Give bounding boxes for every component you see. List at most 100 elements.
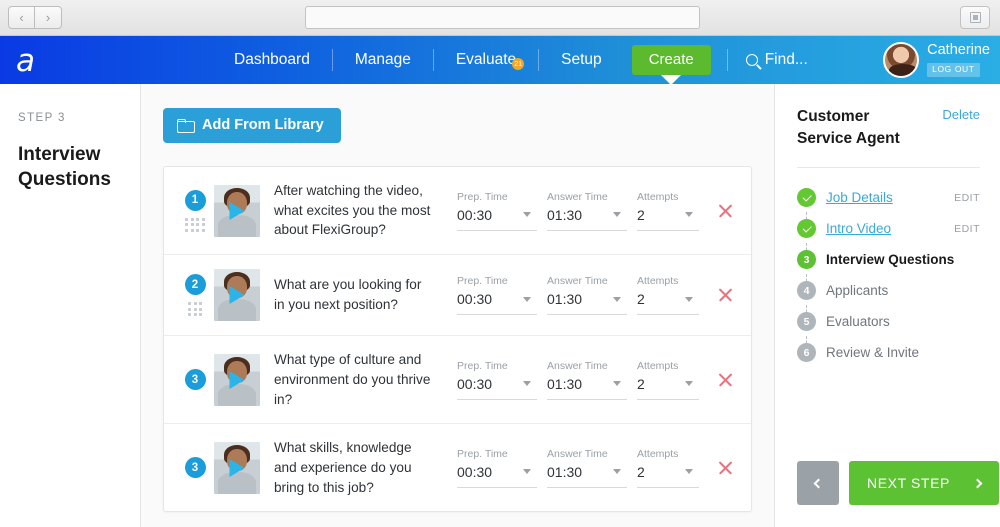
sidebar-item-job-details[interactable]: Job Details EDIT bbox=[797, 182, 980, 225]
previous-step-button[interactable] bbox=[797, 461, 839, 505]
attempts-select[interactable]: 2 bbox=[637, 376, 699, 400]
chevron-down-icon bbox=[685, 296, 693, 302]
sidebar-item-evaluators[interactable]: 5 Evaluators bbox=[797, 306, 980, 349]
add-from-library-button[interactable]: Add From Library bbox=[163, 108, 341, 143]
nav-create-button[interactable]: Create bbox=[631, 45, 711, 85]
top-navigation-bar: a Dashboard Manage Evaluate 21 Setup Cre… bbox=[0, 36, 1000, 85]
prep-time-field[interactable]: Prep. Time 00:30 bbox=[457, 275, 537, 316]
search-icon bbox=[745, 54, 758, 66]
sidebar-item-label[interactable]: Intro Video bbox=[826, 221, 891, 236]
nav-item-evaluate[interactable]: Evaluate 21 bbox=[438, 51, 534, 70]
user-account-area[interactable]: Catherine LOG OUT bbox=[883, 42, 990, 78]
play-icon[interactable] bbox=[229, 370, 245, 389]
answer-time-select[interactable]: 01:30 bbox=[547, 376, 627, 400]
prep-time-select[interactable]: 00:30 bbox=[457, 376, 537, 400]
prep-time-select[interactable]: 00:30 bbox=[457, 464, 537, 488]
sidebar-item-label: Interview Questions bbox=[826, 252, 955, 268]
attempts-field[interactable]: Attempts 2 bbox=[637, 360, 699, 400]
attempts-field[interactable]: Attempts 2 bbox=[637, 275, 699, 316]
answer-time-field[interactable]: Answer Time 01:30 bbox=[547, 191, 627, 231]
delete-question-button[interactable] bbox=[713, 370, 737, 390]
nav-find-button[interactable]: Find... bbox=[745, 51, 808, 69]
attempts-select[interactable]: 2 bbox=[637, 464, 699, 488]
table-row[interactable]: 2 What are you looking for in you next p… bbox=[164, 255, 751, 337]
sidebar-item-applicants[interactable]: 4 Applicants bbox=[797, 275, 980, 318]
answer-time-field[interactable]: Answer Time 01:30 bbox=[547, 275, 627, 316]
prep-time-select[interactable]: 00:30 bbox=[457, 207, 537, 231]
play-icon[interactable] bbox=[229, 201, 245, 220]
prep-time-value: 00:30 bbox=[457, 206, 493, 223]
chevron-down-icon bbox=[523, 296, 531, 302]
video-thumbnail[interactable] bbox=[214, 269, 260, 322]
attempts-value: 2 bbox=[637, 375, 645, 392]
answer-time-select[interactable]: 01:30 bbox=[547, 464, 627, 488]
video-thumbnail[interactable] bbox=[214, 353, 260, 406]
browser-url-bar[interactable] bbox=[305, 6, 700, 29]
logout-button[interactable]: LOG OUT bbox=[927, 63, 980, 77]
answer-time-field[interactable]: Answer Time 01:30 bbox=[547, 360, 627, 400]
delete-question-button[interactable] bbox=[713, 285, 737, 305]
next-step-button[interactable]: NEXT STEP bbox=[849, 461, 999, 505]
table-row[interactable]: 3 What type of culture and environment d… bbox=[164, 336, 751, 425]
nav-find-label: Find... bbox=[764, 51, 808, 68]
prep-time-label: Prep. Time bbox=[457, 447, 508, 460]
avatar[interactable] bbox=[883, 42, 920, 78]
right-panel: Customer Service Agent Delete Job Detail… bbox=[774, 84, 1000, 527]
nav-item-setup[interactable]: Setup bbox=[543, 51, 620, 69]
sidebar-item-review-invite[interactable]: 6 Review & Invite bbox=[797, 337, 980, 368]
sidebar-item-label[interactable]: Job Details bbox=[826, 190, 893, 205]
folder-icon bbox=[177, 119, 195, 133]
sidebar-item-interview-questions[interactable]: 3 Interview Questions bbox=[797, 244, 980, 287]
play-icon[interactable] bbox=[229, 458, 245, 477]
delete-question-button[interactable] bbox=[713, 458, 737, 478]
delete-job-button[interactable]: Delete bbox=[942, 106, 980, 122]
question-settings: Prep. Time 00:30 Answer Time 01:30 Attem… bbox=[447, 275, 699, 316]
user-name: Catherine bbox=[927, 42, 990, 59]
answer-time-select[interactable]: 01:30 bbox=[547, 291, 627, 316]
prep-time-field[interactable]: Prep. Time 00:30 bbox=[457, 448, 537, 488]
edit-job-details-button[interactable]: EDIT bbox=[954, 192, 980, 204]
drag-handle-icon[interactable] bbox=[185, 217, 205, 232]
chevron-down-icon bbox=[685, 212, 693, 218]
left-rail: STEP 3 Interview Questions bbox=[0, 84, 141, 527]
sidebar-item-intro-video[interactable]: Intro Video EDIT bbox=[797, 213, 980, 256]
step-complete-icon bbox=[797, 188, 816, 208]
prep-time-select[interactable]: 00:30 bbox=[457, 291, 537, 316]
edit-intro-video-button[interactable]: EDIT bbox=[954, 223, 980, 235]
prep-time-field[interactable]: Prep. Time 00:30 bbox=[457, 360, 537, 400]
delete-question-button[interactable] bbox=[713, 201, 737, 221]
chevron-right-icon bbox=[972, 478, 983, 488]
wizard-actions: NEXT STEP bbox=[797, 461, 999, 505]
job-title: Customer Service Agent bbox=[797, 108, 900, 147]
answer-time-field[interactable]: Answer Time 01:30 bbox=[547, 448, 627, 488]
question-number-badge: 1 bbox=[184, 189, 206, 211]
video-thumbnail[interactable] bbox=[214, 184, 260, 237]
nav-divider bbox=[726, 49, 728, 71]
attempts-field[interactable]: Attempts 2 bbox=[637, 191, 699, 231]
attempts-select[interactable]: 2 bbox=[637, 291, 699, 316]
prep-time-field[interactable]: Prep. Time 00:30 bbox=[457, 191, 537, 231]
browser-forward-button[interactable]: › bbox=[35, 6, 62, 29]
question-index-column: 3 bbox=[176, 457, 214, 479]
attempts-select[interactable]: 2 bbox=[637, 207, 699, 231]
nav-item-manage[interactable]: Manage bbox=[337, 51, 429, 69]
table-row[interactable]: 1 After watching the video, what excites… bbox=[164, 167, 751, 256]
browser-tabs-button[interactable] bbox=[960, 6, 990, 29]
video-thumbnail[interactable] bbox=[214, 441, 260, 494]
attempts-field[interactable]: Attempts 2 bbox=[637, 448, 699, 488]
add-from-library-label: Add From Library bbox=[202, 117, 324, 133]
question-index-column: 1 bbox=[176, 189, 214, 232]
nav-divider bbox=[432, 49, 434, 71]
table-row[interactable]: 3 What skills, knowledge and experience … bbox=[164, 424, 751, 511]
chevron-down-icon bbox=[523, 381, 531, 387]
play-icon[interactable] bbox=[229, 286, 245, 305]
answer-time-select[interactable]: 01:30 bbox=[547, 207, 627, 231]
nav-item-dashboard[interactable]: Dashboard bbox=[216, 51, 328, 69]
chevron-down-icon bbox=[685, 469, 693, 475]
question-settings: Prep. Time 00:30 Answer Time 01:30 Attem… bbox=[447, 360, 699, 400]
drag-handle-icon[interactable] bbox=[188, 302, 202, 317]
question-text: What are you looking for in you next pos… bbox=[274, 277, 422, 313]
browser-back-button[interactable]: ‹ bbox=[8, 6, 35, 29]
question-number-badge: 2 bbox=[184, 274, 206, 296]
brand-logo[interactable]: a bbox=[16, 45, 35, 77]
